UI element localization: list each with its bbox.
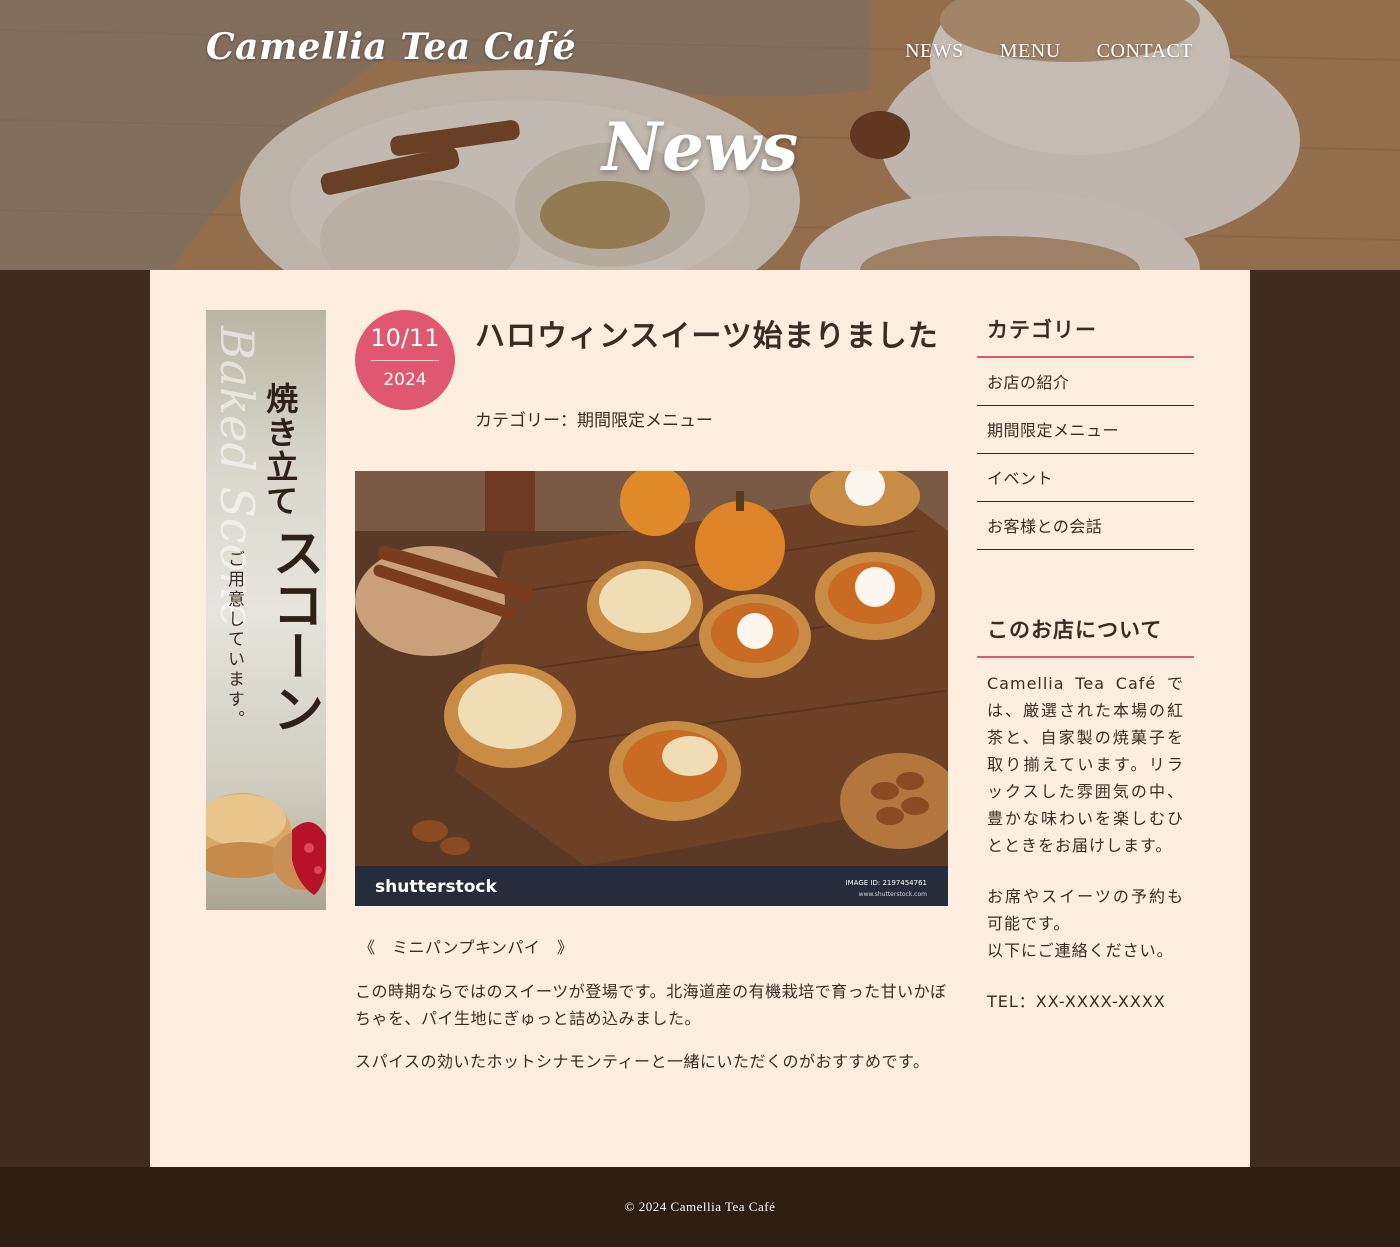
nav-news[interactable]: NEWS (905, 40, 964, 63)
article-subtitle: 《 ミニパンプキンパイ 》 (359, 938, 574, 957)
category-link-limited-menu[interactable]: 期間限定メニュー (977, 406, 1194, 453)
date-year: 2024 (383, 370, 427, 390)
banner-line3: ご用意しています。 (224, 550, 244, 730)
date-badge: 10/11 2024 (355, 310, 455, 410)
main-nav: NEWS MENU CONTACT (905, 40, 1193, 63)
about-heading: このお店について (977, 614, 1194, 658)
content-panel: Baked Scone 焼き立て スコーン ご用意しています。 10/11 20… (150, 270, 1250, 1167)
article-title: ハロウィンスイーツ始まりました (475, 319, 939, 354)
article-paragraph: この時期ならではのスイーツが登場です。北海道産の有機栽培で育った甘いかぼちゃを、… (355, 982, 947, 1028)
banner-line1: 焼き立て (261, 382, 300, 518)
category-list: お店の紹介 期間限定メニュー イベント お客様との会話 (977, 358, 1194, 550)
nav-contact[interactable]: CONTACT (1097, 40, 1193, 63)
list-item: イベント (977, 454, 1194, 502)
copyright-text: © 2024 Camellia Tea Café (624, 1199, 776, 1214)
category-link-customer-talk[interactable]: お客様との会話 (977, 502, 1194, 549)
sidebar-categories: カテゴリー お店の紹介 期間限定メニュー イベント お客様との会話 (977, 314, 1194, 550)
date-divider (371, 360, 439, 361)
hero-header: Camellia Tea Café NEWS MENU CONTACT News (0, 0, 1400, 270)
category-link-about-shop[interactable]: お店の紹介 (977, 358, 1194, 405)
about-reservation: お席やスイーツの予約も可能です。 以下にご連絡ください。 (987, 887, 1184, 960)
about-paragraph: Camellia Tea Café では、厳選された本場の紅茶と、自家製の焼菓子… (987, 674, 1184, 855)
article-body: 《 ミニパンプキンパイ 》 この時期ならではのスイーツが登場です。北海道産の有機… (355, 934, 948, 1091)
site-footer: © 2024 Camellia Tea Café (0, 1167, 1400, 1247)
article-category: カテゴリー：期間限定メニュー (475, 411, 713, 431)
list-item: 期間限定メニュー (977, 406, 1194, 454)
image-watermark-logo: shutterstock (375, 877, 497, 897)
scone-image (206, 793, 326, 895)
date-month-day: 10/11 (370, 324, 440, 352)
list-item: お店の紹介 (977, 358, 1194, 406)
about-text: Camellia Tea Café では、厳選された本場の紅茶と、自家製の焼菓子… (977, 658, 1194, 1015)
site-logo[interactable]: Camellia Tea Café (206, 26, 576, 68)
article-paragraph: スパイスの効いたホットシナモンティーと一緒にいただくのがおすすめです。 (355, 1052, 930, 1071)
category-link-events[interactable]: イベント (977, 454, 1194, 501)
sidebar-about: このお店について Camellia Tea Café では、厳選された本場の紅茶… (977, 614, 1194, 1039)
page-title: News (601, 108, 799, 186)
scone-ad-banner[interactable]: Baked Scone 焼き立て スコーン ご用意しています。 (206, 310, 326, 910)
banner-line2: スコーン (263, 526, 324, 734)
image-id-text: IMAGE ID: 2197454761 (846, 879, 927, 887)
categories-heading: カテゴリー (977, 314, 1194, 358)
article-image: shutterstock IMAGE ID: 2197454761 www.sh… (355, 471, 948, 906)
list-item: お客様との会話 (977, 502, 1194, 550)
about-phone: TEL：XX-XXXX-XXXX (987, 992, 1166, 1011)
image-site-text: www.shutterstock.com (859, 891, 927, 898)
nav-menu[interactable]: MENU (1000, 40, 1061, 63)
